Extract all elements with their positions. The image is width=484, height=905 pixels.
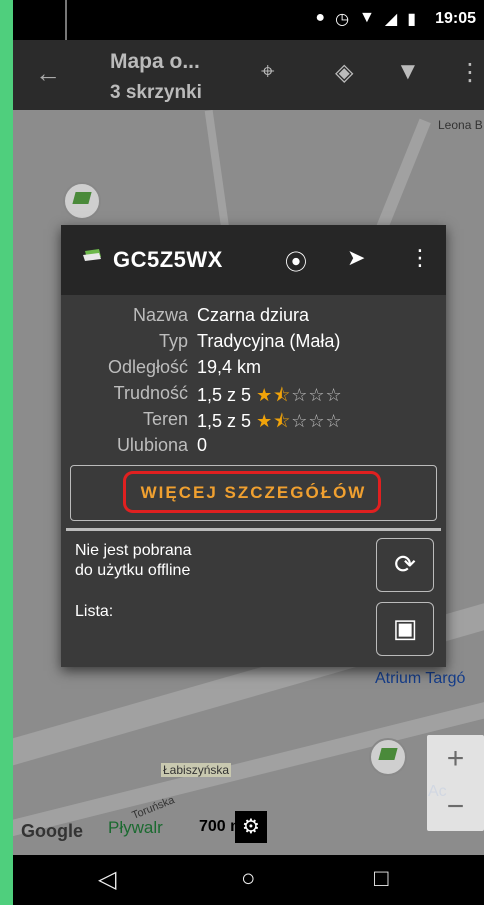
map-place-label: Pływalr	[108, 818, 163, 837]
detail-key: Typ	[158, 331, 188, 351]
zoom-out-button[interactable]: −	[427, 783, 484, 831]
divider	[66, 528, 441, 531]
my-location-icon[interactable]: ⌖	[261, 58, 275, 86]
detail-row-distance: Odległość 19,4 km	[61, 357, 446, 383]
more-details-button[interactable]: WIĘCEJ SZCZEGÓŁÓW	[70, 465, 437, 521]
zoom-in-button[interactable]: +	[427, 735, 484, 783]
gear-icon[interactable]: ⚙	[235, 811, 267, 843]
terrain-stars: ★⯪☆☆☆	[256, 411, 343, 431]
cache-popup: GC5Z5WX ⦿ ➤ ⋮ Nazwa Czarna dziura Typ Tr…	[61, 225, 446, 667]
detail-row-type: Typ Tradycyjna (Mała)	[61, 331, 446, 357]
refresh-button[interactable]: ⟳	[376, 538, 434, 592]
cache-marker[interactable]	[63, 182, 101, 220]
map-road	[204, 110, 230, 230]
list-label: Lista:	[75, 603, 114, 620]
detail-row-terrain: Teren 1,5 z 5 ★⯪☆☆☆	[61, 409, 446, 435]
compass-icon[interactable]: ⦿	[285, 245, 307, 277]
back-nav-icon[interactable]: ◁	[98, 865, 116, 894]
layers-icon[interactable]: ◈	[335, 58, 353, 87]
offline-status: Nie jest pobrana do użytku offline	[75, 541, 192, 581]
detail-value: Tradycyjna (Mała)	[197, 331, 341, 351]
status-clock: 19:05	[435, 10, 476, 27]
refresh-icon: ⟳	[394, 549, 416, 579]
save-icon: ▣	[392, 613, 418, 643]
detail-value: 0	[197, 435, 208, 455]
map-poi-label: Atrium Targó	[375, 670, 466, 687]
detail-row-difficulty: Trudność 1,5 z 5 ★⯪☆☆☆	[61, 383, 446, 409]
map-street-label: Łabiszyńska	[161, 763, 232, 777]
zoom-controls: + −	[427, 735, 484, 831]
google-logo: Google	[21, 821, 83, 841]
detail-key: Trudność	[113, 383, 188, 403]
difficulty-stars: ★⯪☆☆☆	[256, 385, 343, 405]
app-bar: ← Mapa o... 3 skrzynki ⌖ ◈ ▼ ⋮	[13, 40, 484, 110]
navigation-bar: ◁ ○ □	[13, 855, 484, 905]
more-vert-icon[interactable]: ⋮	[409, 245, 431, 271]
status-icons: ● ◷ ▼ ◢ ▮	[315, 9, 416, 29]
detail-value: Czarna dziura	[197, 305, 310, 325]
offline-line: do użytku offline	[75, 562, 191, 579]
home-nav-icon[interactable]: ○	[241, 865, 256, 893]
save-offline-button[interactable]: ▣	[376, 602, 434, 656]
page-subtitle: 3 skrzynki	[110, 82, 202, 103]
detail-row-favorites: Ulubiona 0	[61, 435, 446, 461]
more-vert-icon[interactable]: ⋮	[458, 58, 482, 87]
detail-key: Odległość	[107, 357, 188, 377]
offline-line: Nie jest pobrana	[75, 542, 192, 559]
alarm-icon: ◷	[335, 11, 350, 28]
detail-key: Teren	[142, 409, 188, 429]
detail-value: 1,5 z 5	[197, 411, 252, 431]
wifi-icon: ▼	[359, 9, 375, 26]
phone-screen: ● ◷ ▼ ◢ ▮ 19:05 Leona B Atrium Targó Łab…	[13, 0, 484, 905]
back-arrow-icon[interactable]: ←	[35, 58, 61, 89]
signal-icon: ◢	[384, 11, 398, 28]
navigate-icon[interactable]: ➤	[347, 245, 365, 271]
recents-nav-icon[interactable]: □	[374, 865, 389, 893]
location-icon: ●	[315, 9, 326, 26]
cache-code: GC5Z5WX	[113, 247, 223, 272]
detail-key: Nazwa	[132, 305, 188, 325]
cache-marker[interactable]	[369, 738, 407, 776]
detail-value: 1,5 z 5	[197, 385, 252, 405]
detail-key: Ulubiona	[116, 435, 188, 455]
popup-header: GC5Z5WX ⦿ ➤ ⋮	[61, 225, 446, 295]
filter-icon[interactable]: ▼	[396, 58, 420, 86]
more-details-label: WIĘCEJ SZCZEGÓŁÓW	[140, 483, 367, 502]
map-label: Leona B	[438, 118, 483, 132]
cache-type-icon	[83, 249, 101, 261]
battery-icon: ▮	[407, 11, 416, 28]
status-bar: ● ◷ ▼ ◢ ▮ 19:05	[13, 0, 484, 40]
page-title: Mapa o...	[110, 50, 200, 73]
detail-value: 19,4 km	[197, 357, 262, 377]
detail-row-name: Nazwa Czarna dziura	[61, 305, 446, 331]
